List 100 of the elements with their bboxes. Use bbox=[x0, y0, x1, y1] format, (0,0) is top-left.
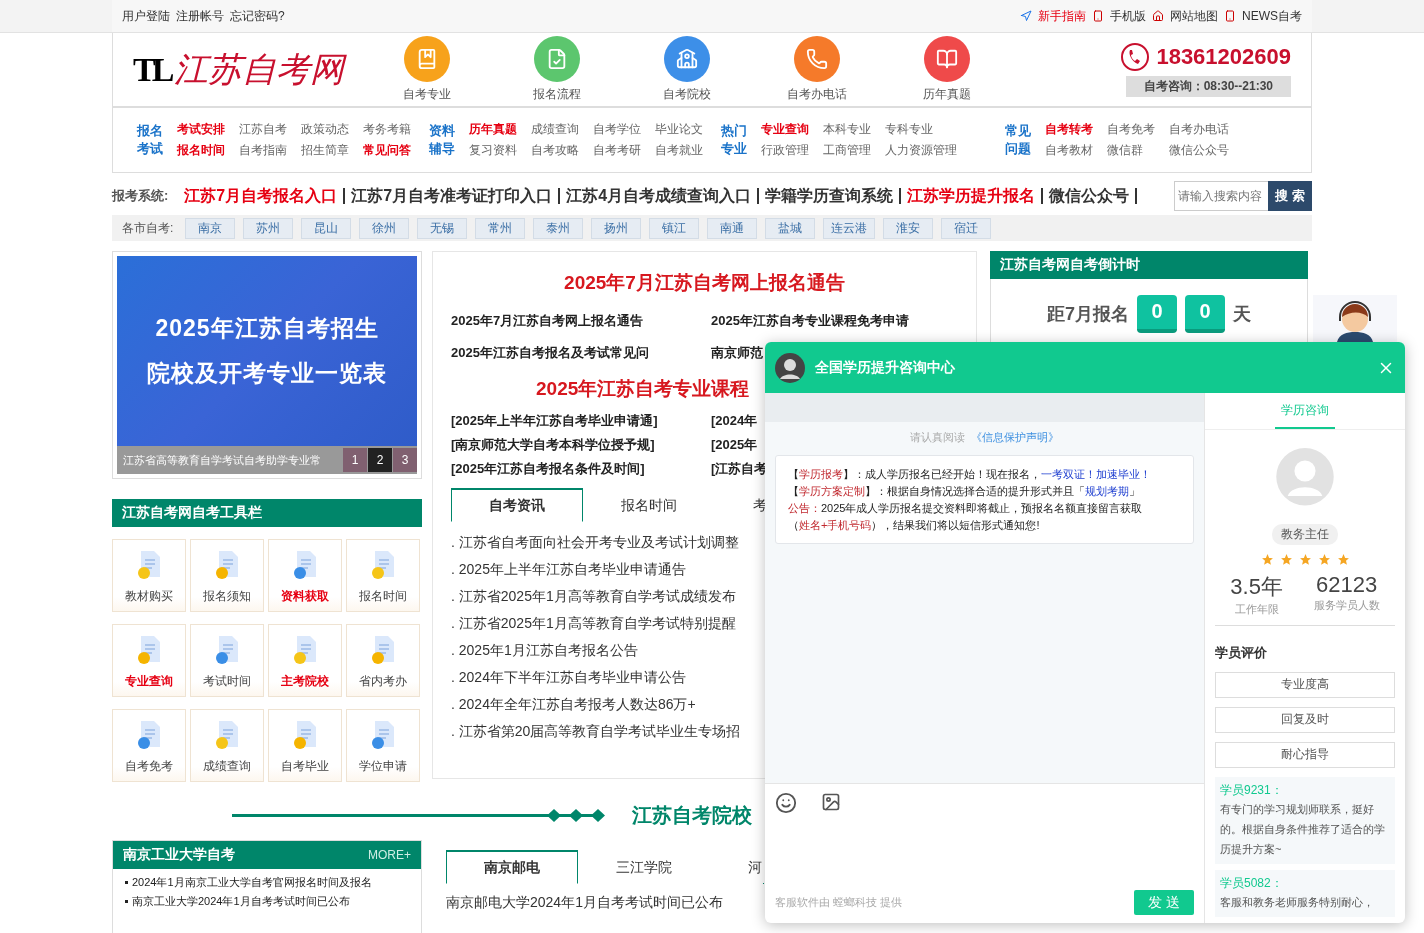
top-link[interactable]: 网站地图 bbox=[1170, 7, 1218, 25]
list-link[interactable]: 南京工业大学2024年1月自考考试时间已公布 bbox=[132, 894, 350, 909]
tool-tile[interactable]: 专业查询 bbox=[112, 624, 186, 697]
news-item[interactable]: . 江苏省2025年1月高等教育自学考试成绩发布 bbox=[451, 588, 736, 606]
article-link[interactable]: [2025年 bbox=[711, 436, 758, 454]
top-link[interactable]: 注册帐号 bbox=[176, 7, 224, 25]
top-link[interactable]: 用户登陆 bbox=[122, 7, 170, 25]
article-link[interactable]: 2025年江苏自考专业课程免考申请 bbox=[711, 312, 909, 330]
image-icon[interactable] bbox=[821, 792, 841, 812]
nav-link[interactable]: 自考攻略 bbox=[531, 142, 579, 159]
city-link[interactable]: 泰州 bbox=[533, 217, 584, 239]
tool-tile[interactable]: 自考毕业 bbox=[268, 709, 342, 782]
article-link[interactable]: [江苏自考 bbox=[711, 460, 768, 478]
news-item[interactable]: . 2024年全年江苏自考报考人数达86万+ bbox=[451, 696, 696, 714]
city-link[interactable]: 淮安 bbox=[883, 217, 934, 239]
city-link[interactable]: 无锡 bbox=[417, 217, 468, 239]
news-tab[interactable]: 自考资讯 bbox=[451, 488, 583, 522]
article-link[interactable]: 南京师范 bbox=[711, 344, 763, 362]
city-link[interactable]: 昆山 bbox=[301, 217, 352, 239]
news-item[interactable]: . 2024年下半年江苏自考毕业申请公告 bbox=[451, 669, 686, 687]
nav-link[interactable]: 毕业论文 bbox=[655, 121, 703, 138]
article-link[interactable]: 2025年7月江苏自考网上报名通告 bbox=[451, 312, 644, 330]
school-news-link[interactable]: 南京邮电大学2024年1月自考考试时间已公布 bbox=[446, 894, 764, 912]
tool-tile[interactable]: 主考院校 bbox=[268, 624, 342, 697]
headset-agent-icon[interactable] bbox=[1313, 295, 1397, 342]
article-link[interactable]: 2025年江苏自考报名及考试常见问 bbox=[451, 344, 649, 362]
city-link[interactable]: 盐城 bbox=[765, 217, 816, 239]
top-link[interactable]: 手机版 bbox=[1110, 7, 1146, 25]
nav-link[interactable]: 本科专业 bbox=[823, 121, 871, 138]
nav-link[interactable]: 微信公众号 bbox=[1169, 142, 1229, 159]
city-link[interactable]: 扬州 bbox=[591, 217, 642, 239]
nav-link[interactable]: 自考考研 bbox=[593, 142, 641, 159]
page-button[interactable]: 2 bbox=[368, 448, 392, 472]
nav-icon-link[interactable]: 报名流程 bbox=[523, 36, 591, 103]
emoji-icon[interactable] bbox=[775, 792, 797, 814]
search-button[interactable]: 搜 索 bbox=[1268, 181, 1312, 211]
nav-icon-link[interactable]: 自考专业 bbox=[393, 36, 461, 103]
nav-link[interactable]: 工商管理 bbox=[823, 142, 871, 159]
tool-tile[interactable]: 自考免考 bbox=[112, 709, 186, 782]
logo-mark[interactable]: TL bbox=[133, 50, 171, 89]
article-link[interactable]: [2024年 bbox=[711, 412, 758, 430]
nav-link[interactable]: 招生简章 bbox=[301, 142, 349, 159]
headline[interactable]: 2025年江苏自考专业课程 bbox=[536, 376, 750, 402]
banner[interactable]: 2025年江苏自考招生 院校及开考专业一览表 江苏省高等教育自学考试自考助学专业常 1 2 3 bbox=[112, 251, 422, 479]
news-item[interactable]: . 江苏省2025年1月高等教育自学考试特别提醒 bbox=[451, 615, 736, 633]
city-link[interactable]: 南通 bbox=[707, 217, 758, 239]
nav-link[interactable]: 考试安排 bbox=[177, 121, 225, 138]
news-item[interactable]: . 2025年上半年江苏自考毕业申请通告 bbox=[451, 561, 686, 579]
city-link[interactable]: 宿迁 bbox=[941, 217, 992, 239]
search-field[interactable]: 请输入搜索内容 bbox=[1174, 181, 1268, 211]
city-link[interactable]: 南京 bbox=[185, 217, 236, 239]
nav-link[interactable]: 行政管理 bbox=[761, 142, 809, 159]
more-link[interactable]: MORE+ bbox=[368, 848, 411, 862]
top-link[interactable]: 新手指南 bbox=[1038, 7, 1086, 25]
school-tab[interactable]: 南京邮电 bbox=[446, 850, 578, 884]
logo-text[interactable]: 江苏自考网 bbox=[174, 46, 345, 93]
tool-tile[interactable]: 成绩查询 bbox=[190, 709, 264, 782]
nav-link[interactable]: 考务考籍 bbox=[363, 121, 411, 138]
quick-link[interactable]: 江苏7月自考准考证打印入口 bbox=[345, 188, 561, 204]
tool-tile[interactable]: 教材购买 bbox=[112, 539, 186, 612]
nav-link[interactable]: 历年真题 bbox=[469, 121, 517, 138]
top-link[interactable]: NEWS自考 bbox=[1242, 7, 1302, 25]
quick-link[interactable]: 江苏4月自考成绩查询入口 bbox=[560, 188, 760, 204]
nav-link[interactable]: 微信群 bbox=[1107, 142, 1155, 159]
nav-link[interactable]: 自考指南 bbox=[239, 142, 287, 159]
tool-tile[interactable]: 考试时间 bbox=[190, 624, 264, 697]
nav-link[interactable]: 专业查询 bbox=[761, 121, 809, 138]
article-link[interactable]: [2025年上半年江苏自考毕业申请通] bbox=[451, 412, 658, 430]
nav-link[interactable]: 自考学位 bbox=[593, 121, 641, 138]
nav-link[interactable]: 政策动态 bbox=[301, 121, 349, 138]
nav-link[interactable]: 自考办电话 bbox=[1169, 121, 1229, 138]
review-tag[interactable]: 耐心指导 bbox=[1215, 741, 1395, 768]
city-link[interactable]: 镇江 bbox=[649, 217, 700, 239]
nav-link[interactable]: 自考转考 bbox=[1045, 121, 1093, 138]
city-link[interactable]: 常州 bbox=[475, 217, 526, 239]
nav-link[interactable]: 成绩查询 bbox=[531, 121, 579, 138]
tool-tile[interactable]: 资料获取 bbox=[268, 539, 342, 612]
quick-link[interactable]: 江苏7月自考报名入口 bbox=[178, 188, 346, 204]
tool-tile[interactable]: 报名时间 bbox=[346, 539, 420, 612]
city-link[interactable]: 苏州 bbox=[243, 217, 294, 239]
review-tag[interactable]: 回复及时 bbox=[1215, 706, 1395, 733]
review-tag[interactable]: 专业度高 bbox=[1215, 671, 1395, 698]
nav-link[interactable]: 自考免考 bbox=[1107, 121, 1155, 138]
article-link[interactable]: [2025年江苏自考报名条件及时间] bbox=[451, 460, 645, 478]
nav-link[interactable]: 报名时间 bbox=[177, 142, 225, 159]
nav-link[interactable]: 复习资料 bbox=[469, 142, 517, 159]
nav-icon-link[interactable]: 自考院校 bbox=[653, 36, 721, 103]
nav-link[interactable]: 江苏自考 bbox=[239, 121, 287, 138]
news-item[interactable]: . 2025年1月江苏自考报名公告 bbox=[451, 642, 638, 660]
top-link[interactable]: 忘记密码? bbox=[230, 7, 285, 25]
nav-icon-link[interactable]: 历年真题 bbox=[913, 36, 981, 103]
tool-tile[interactable]: 省内考办 bbox=[346, 624, 420, 697]
nav-link[interactable]: 常见问答 bbox=[363, 142, 411, 159]
quick-link[interactable]: 微信公众号 bbox=[1043, 188, 1138, 204]
quick-link[interactable]: 江苏学历提升报名 bbox=[901, 188, 1044, 204]
page-button[interactable]: 3 bbox=[393, 448, 417, 472]
news-item[interactable]: . 江苏省第20届高等教育自学考试毕业生专场招 bbox=[451, 723, 741, 741]
headline[interactable]: 2025年7月江苏自考网上报名通告 bbox=[451, 270, 958, 296]
page-button[interactable]: 1 bbox=[343, 448, 367, 472]
nav-link[interactable]: 自考教材 bbox=[1045, 142, 1093, 159]
